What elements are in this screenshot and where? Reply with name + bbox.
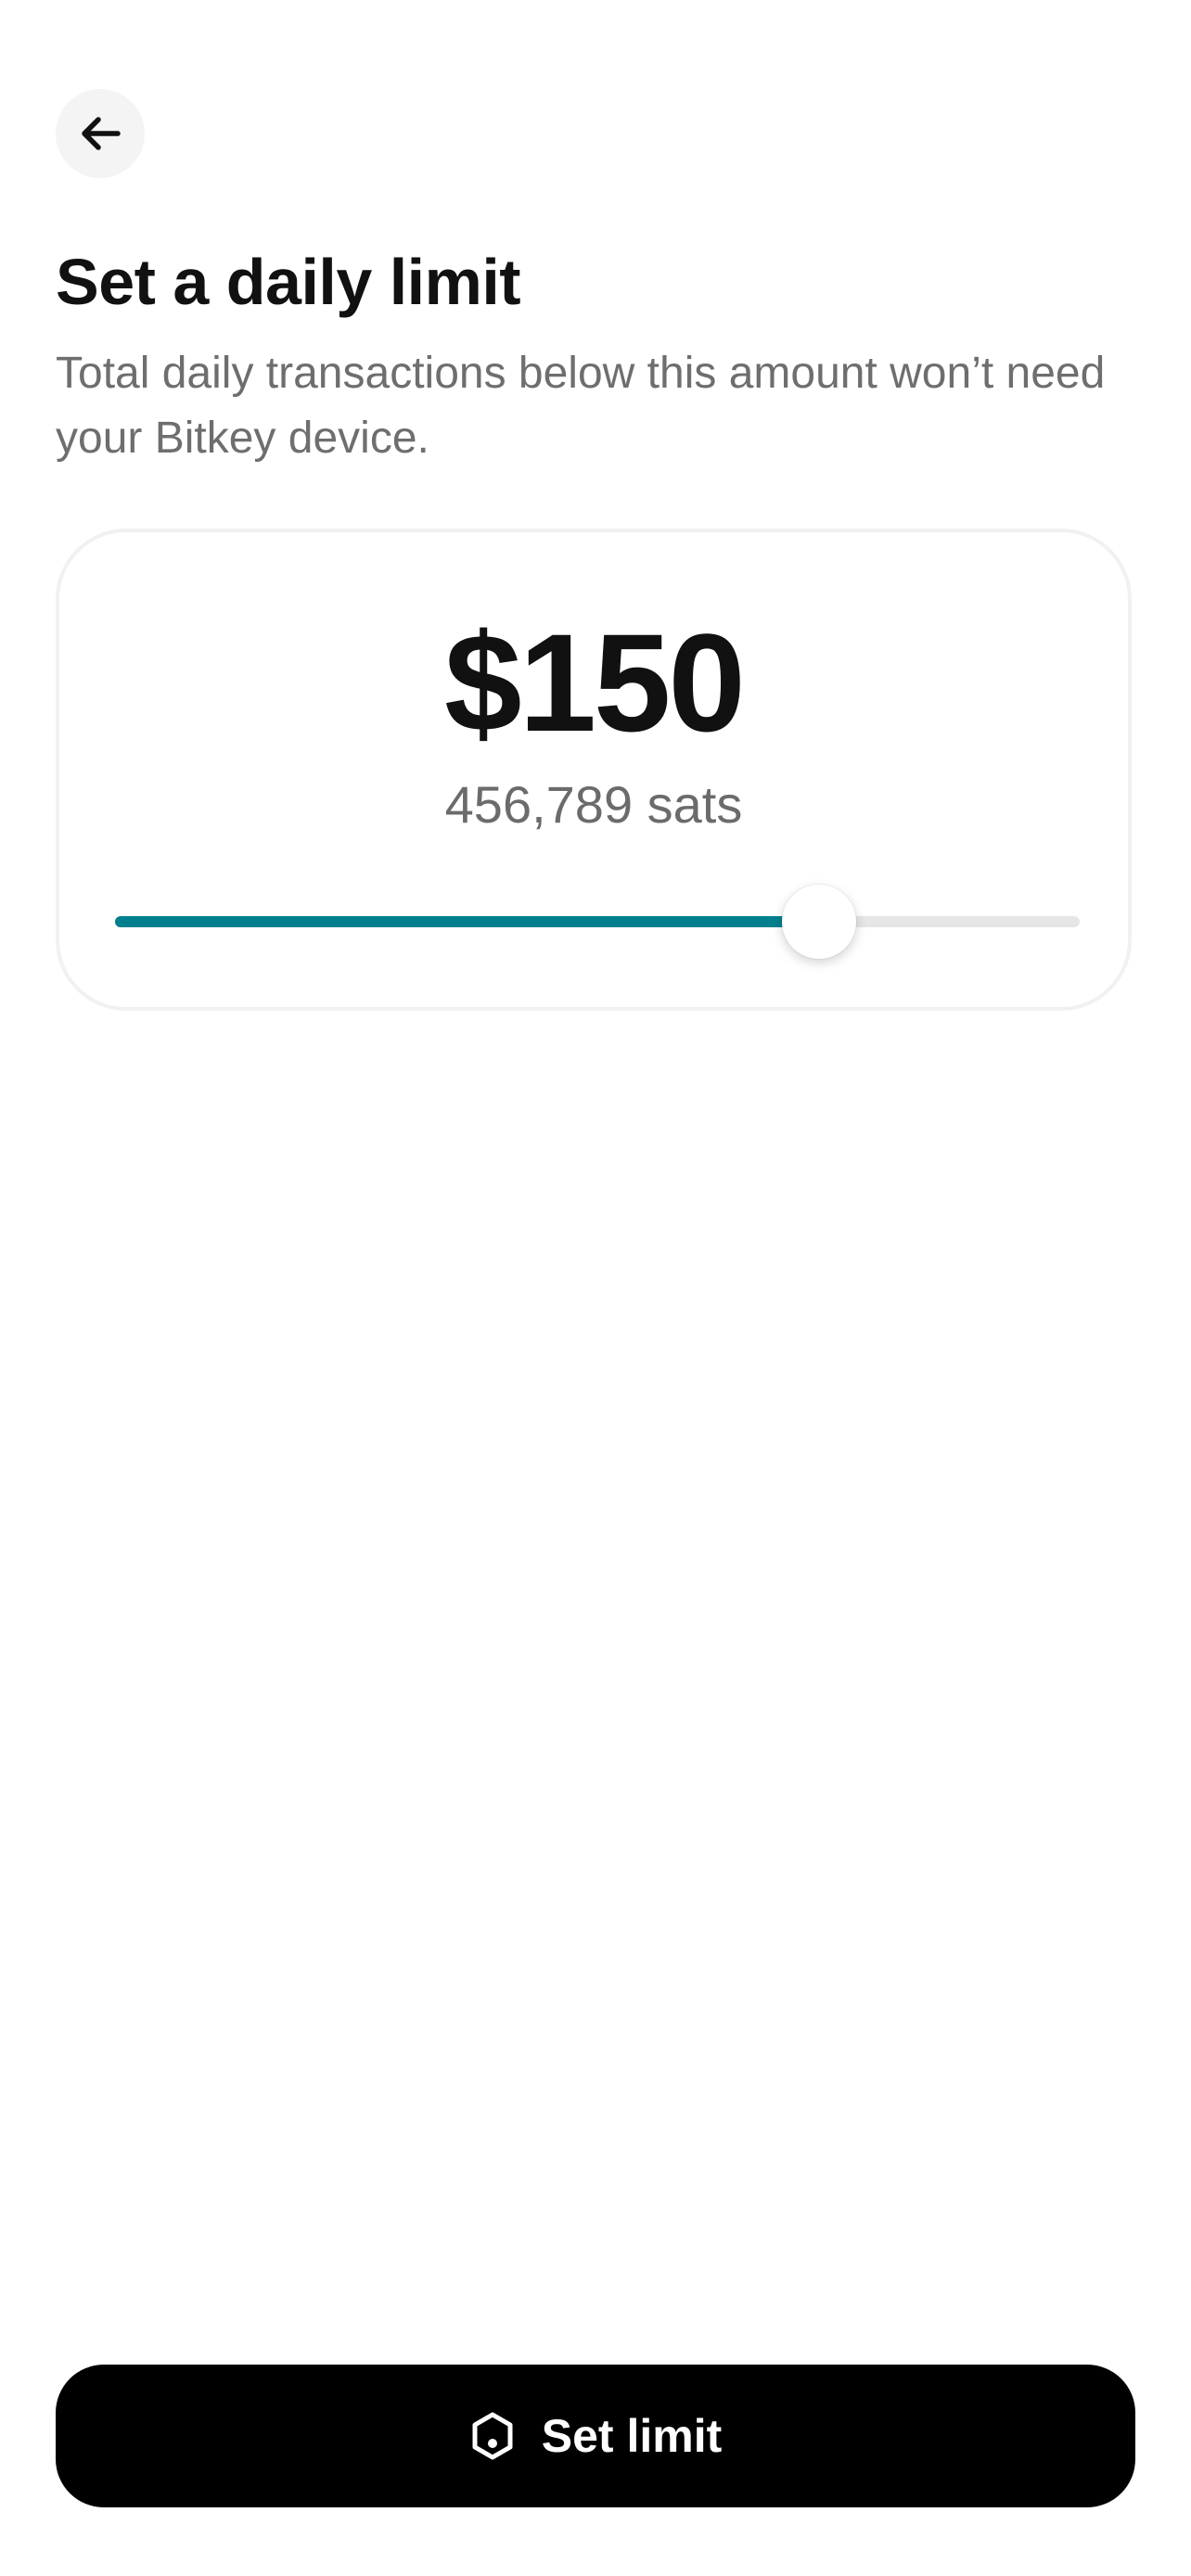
limit-card: $150 456,789 sats xyxy=(56,529,1132,1011)
slider-thumb[interactable] xyxy=(782,885,857,959)
arrow-left-icon xyxy=(80,115,121,152)
page-title: Set a daily limit xyxy=(56,246,521,318)
page-subtitle: Total daily transactions below this amou… xyxy=(56,349,1106,463)
set-limit-label: Set limit xyxy=(541,2410,723,2462)
set-limit-button[interactable]: Set limit xyxy=(56,2365,1135,2507)
fiat-amount: $150 xyxy=(444,605,746,760)
limit-slider[interactable] xyxy=(115,885,1080,959)
slider-fill xyxy=(115,916,820,927)
bitkey-device-icon xyxy=(469,2411,516,2461)
sats-amount: 456,789 sats xyxy=(444,775,743,834)
back-button[interactable] xyxy=(56,89,145,178)
